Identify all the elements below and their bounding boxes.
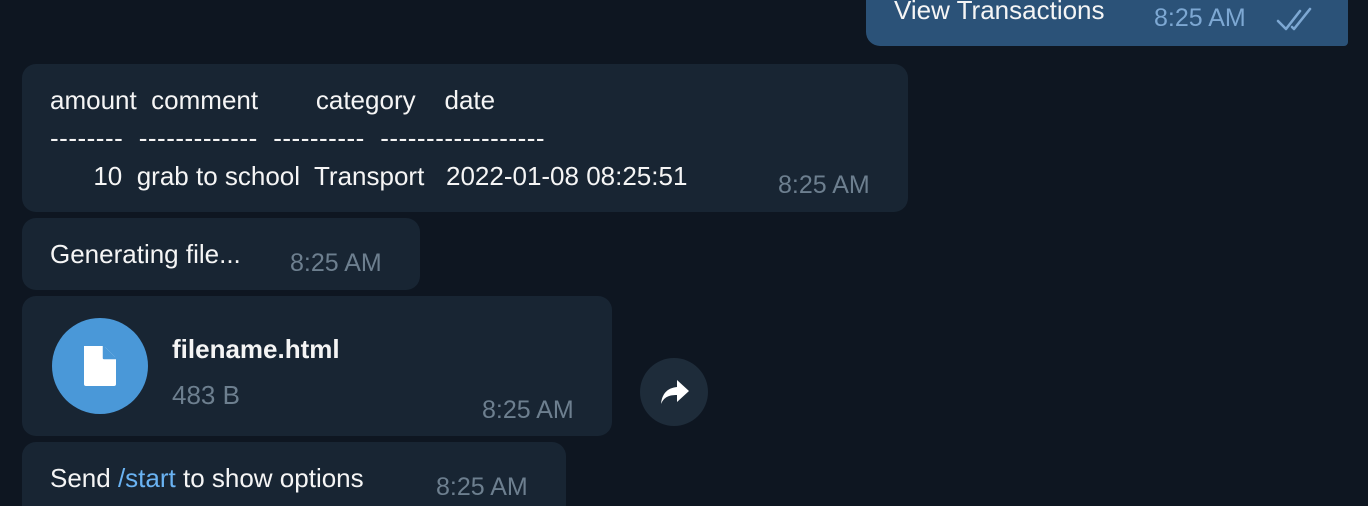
double-check-icon [1276, 4, 1318, 34]
file-message[interactable]: filename.html 483 B 8:25 AM [22, 296, 612, 436]
transactions-table-message[interactable]: amount comment category date -------- --… [22, 64, 908, 212]
table-header: amount comment category date [50, 85, 496, 115]
message-time: 8:25 AM [482, 396, 574, 424]
table-row: 10 grab to school Transport 2022-01-08 0… [50, 161, 688, 191]
share-arrow-icon [659, 378, 691, 406]
file-download-button[interactable] [52, 318, 148, 414]
generating-file-text: Generating file... [50, 239, 241, 269]
chat-history: View Transactions 8:25 AM amount comment… [0, 0, 1368, 506]
document-icon [80, 344, 120, 388]
start-hint-suffix: to show options [175, 463, 364, 493]
outgoing-message-text: View Transactions [894, 0, 1105, 25]
outgoing-message[interactable]: View Transactions 8:25 AM [866, 0, 1348, 46]
start-hint-prefix: Send [50, 463, 118, 493]
file-size: 483 B [172, 380, 240, 410]
message-time: 8:25 AM [436, 473, 528, 501]
file-name[interactable]: filename.html [172, 334, 340, 365]
message-time: 8:25 AM [290, 249, 382, 277]
start-hint-message[interactable]: Send /start to show options 8:25 AM [22, 442, 566, 506]
table-separator: -------- ------------- ---------- ------… [50, 123, 546, 153]
message-time: 8:25 AM [778, 171, 870, 199]
start-hint-text: Send /start to show options [50, 459, 364, 497]
share-button[interactable] [640, 358, 708, 426]
generating-file-message[interactable]: Generating file... 8:25 AM [22, 218, 420, 290]
message-time: 8:25 AM [1154, 4, 1246, 32]
start-command-link[interactable]: /start [118, 463, 176, 493]
